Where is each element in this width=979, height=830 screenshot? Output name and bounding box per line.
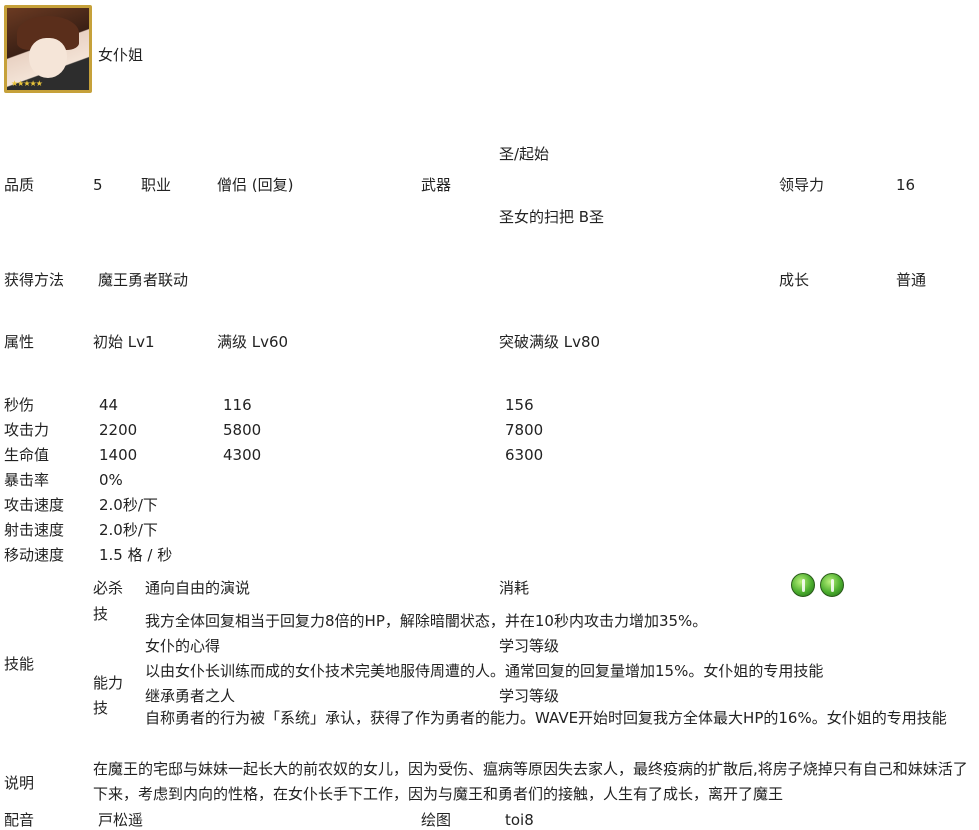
- description-text: 在魔王的宅邸与妹妹一起长大的前农奴的女儿，因为受伤、瘟病等原因失去家人，最终疫病…: [93, 760, 968, 803]
- growth-value: 普通: [896, 271, 927, 289]
- stat-shoot-speed-value: 2.0秒/下: [99, 521, 158, 539]
- stat-hp-lv60: 4300: [223, 446, 262, 464]
- ability2-description: 自称勇者的行为被「系统」承认，获得了作为勇者的能力。WAVE开始时回复我方全体最…: [145, 709, 947, 727]
- weapon-type: 圣/起始: [499, 145, 550, 163]
- character-portrait: ★★★★★: [4, 5, 92, 93]
- special-skill-name: 通向自由的演说: [145, 579, 251, 597]
- special-skill-label-line2: 技: [93, 605, 109, 623]
- stat-label-dps: 秒伤: [4, 396, 35, 414]
- leadership-value: 16: [896, 176, 916, 194]
- attributes-label: 属性: [4, 333, 35, 351]
- stat-attack-lv60: 5800: [223, 421, 262, 439]
- stat-label-shoot-speed: 射击速度: [4, 521, 65, 539]
- ability2-name: 继承勇者之人: [145, 687, 236, 705]
- skills-label: 技能: [4, 655, 35, 673]
- ability1-level-label: 学习等级: [499, 637, 560, 655]
- stat-attack-lv1: 2200: [99, 421, 138, 439]
- ability-label-line1: 能力: [93, 674, 124, 692]
- ability1-name: 女仆的心得: [145, 637, 221, 655]
- stat-label-attack: 攻击力: [4, 421, 50, 439]
- voice-label: 配音: [4, 811, 35, 829]
- level60-header: 满级 Lv60: [217, 333, 289, 351]
- stat-dps-lv1: 44: [99, 396, 119, 414]
- level80-header: 突破满级 Lv80: [499, 333, 601, 351]
- art-label: 绘图: [421, 811, 452, 829]
- quality-label: 品质: [4, 176, 35, 194]
- class-value: 僧侣 (回复): [217, 176, 294, 194]
- stat-label-hp: 生命值: [4, 446, 50, 464]
- weapon-label: 武器: [421, 176, 452, 194]
- stat-label-crit: 暴击率: [4, 471, 50, 489]
- rarity-stars: ★★★★★: [11, 79, 43, 88]
- stat-hp-lv1: 1400: [99, 446, 138, 464]
- weapon-name: 圣女的扫把 B圣: [499, 208, 605, 226]
- stat-label-attack-speed: 攻击速度: [4, 496, 65, 514]
- obtain-label: 获得方法: [4, 271, 65, 289]
- quality-value: 5: [93, 176, 103, 194]
- stat-dps-lv80: 156: [505, 396, 534, 414]
- stat-hp-lv80: 6300: [505, 446, 544, 464]
- character-name: 女仆姐: [98, 46, 144, 64]
- voice-actor: 戸松遥: [98, 811, 144, 829]
- stat-move-speed-value: 1.5 格 / 秒: [99, 546, 173, 564]
- stat-attack-lv80: 7800: [505, 421, 544, 439]
- description-label: 说明: [4, 774, 35, 792]
- class-label: 职业: [141, 176, 172, 194]
- obtain-value: 魔王勇者联动: [98, 271, 189, 289]
- ability2-level-label: 学习等级: [499, 687, 560, 705]
- stat-dps-lv60: 116: [223, 396, 252, 414]
- cost-orb-icon: [820, 573, 844, 597]
- stat-crit-value: 0%: [99, 471, 123, 489]
- stat-attack-speed-value: 2.0秒/下: [99, 496, 158, 514]
- stat-label-move-speed: 移动速度: [4, 546, 65, 564]
- level1-header: 初始 Lv1: [93, 333, 155, 351]
- special-skill-description: 我方全体回复相当于回复力8倍的HP，解除暗闇状态，并在10秒内攻击力增加35%。: [145, 612, 708, 630]
- cost-orb-icon: [791, 573, 815, 597]
- ability1-description: 以由女仆长训练而成的女仆技术完美地服侍周遭的人。通常回复的回复量增加15%。女仆…: [145, 662, 824, 680]
- ability-label-line2: 技: [93, 699, 109, 717]
- artist: toi8: [505, 811, 534, 829]
- cost-label: 消耗: [499, 579, 530, 597]
- growth-label: 成长: [779, 271, 810, 289]
- special-skill-label-line1: 必杀: [93, 579, 124, 597]
- leadership-label: 领导力: [779, 176, 825, 194]
